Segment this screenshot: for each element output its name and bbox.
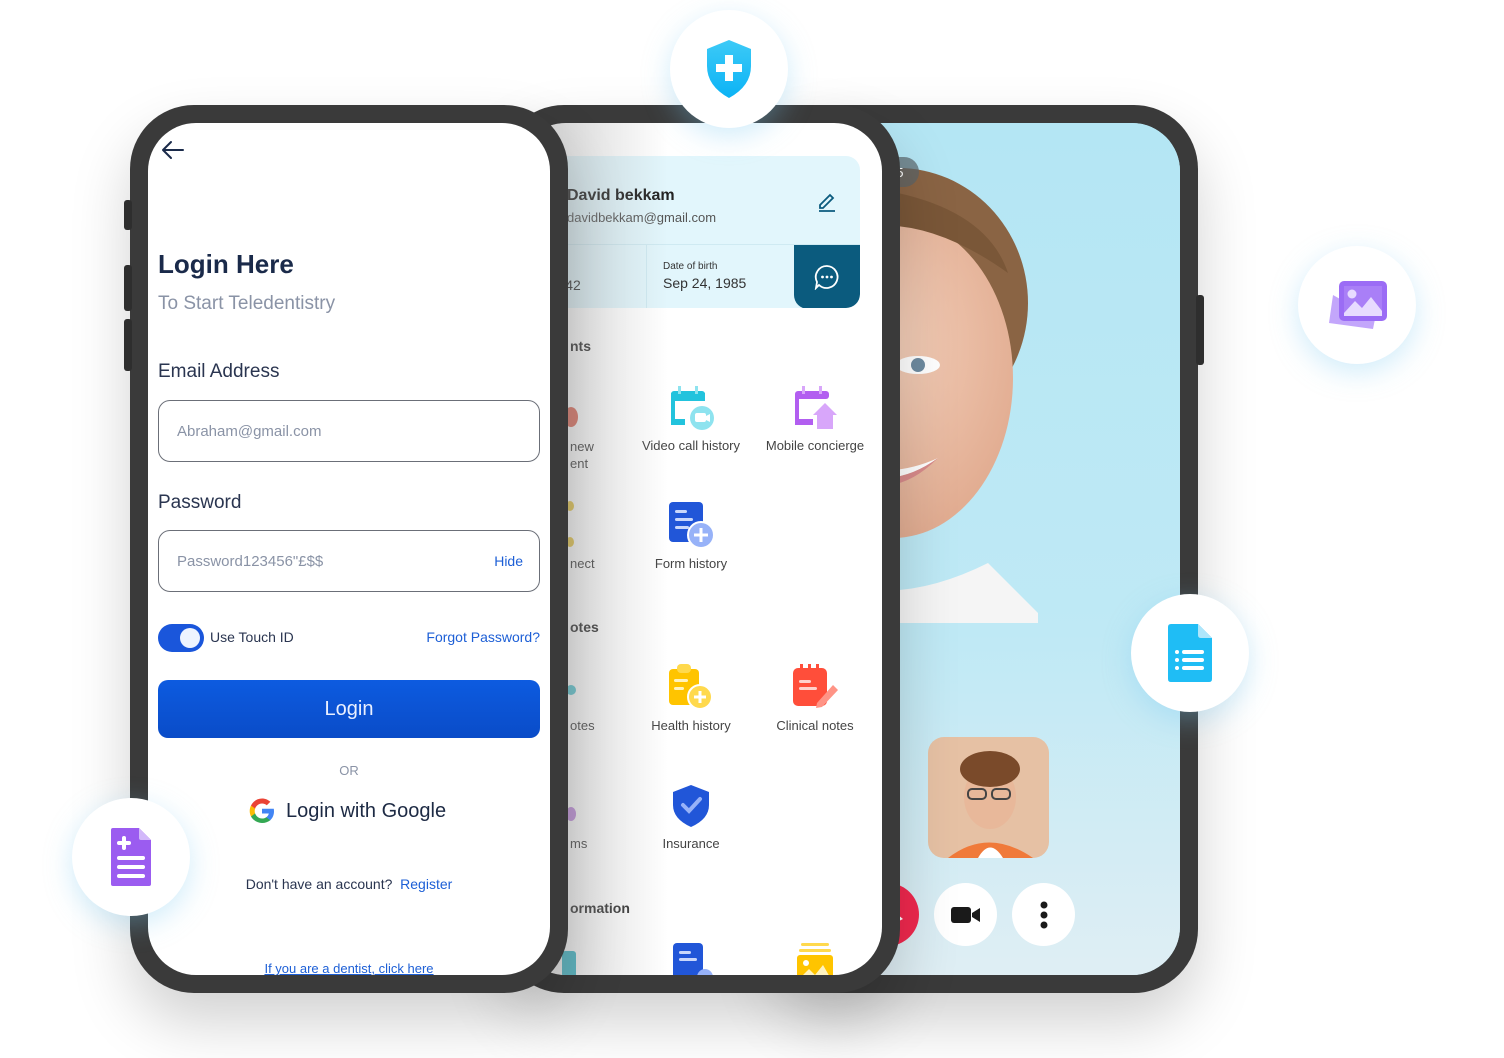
tile-label: Insurance [662,836,720,851]
partial-icon [562,951,576,975]
section-title-information: ormation [570,900,630,916]
profile-name: David bekkam [567,187,675,204]
hide-password-button[interactable]: Hide [494,553,523,569]
tile-clinical-notes[interactable]: Clinical notes [760,663,870,734]
badge-shield [670,10,788,128]
more-options-button[interactable] [1012,883,1075,946]
login-screen: Login Here To Start Teledentistry Email … [148,123,550,975]
tile-label: Form history [654,556,728,571]
shield-plus-icon [707,40,751,98]
tile-insurance[interactable]: Insurance [636,783,746,852]
video-camera-icon [950,906,980,923]
profile-email: davidbekkam@gmail.com [567,210,717,225]
tile-label: Clinical notes [776,718,854,733]
patient-portrait [948,751,1033,858]
touch-id-label: Use Touch ID [210,629,294,645]
section-title-appointments: nts [570,338,591,354]
partial-tile-label: otes [570,718,595,733]
touch-id-toggle[interactable] [158,624,204,652]
login-phone: Login Here To Start Teledentistry Email … [124,105,568,993]
tile-form-history[interactable]: Form history [636,501,746,572]
document-edit-icon [673,943,713,975]
google-logo-icon [249,798,274,823]
back-arrow-icon[interactable] [160,139,186,161]
dentist-login-link[interactable]: If you are a dentist, click here [148,961,550,975]
badge-document [1131,594,1249,712]
chat-bubble-icon [814,265,839,290]
tile-documents[interactable] [636,943,746,975]
chat-button[interactable] [794,245,860,308]
login-button[interactable]: Login [158,680,540,738]
no-account-text: Don't have an account? [245,876,393,892]
email-label: Email Address [158,361,280,382]
dob-column: Date of birth Sep 24, 1985 [646,245,746,308]
image-stack-icon [797,943,833,975]
email-field[interactable]: Abraham@gmail.com [158,400,540,462]
password-field[interactable]: Password123456"£$$ Hide [158,530,540,592]
more-vertical-icon [1040,901,1047,928]
image-gallery-icon [1329,281,1387,329]
tile-label: Video call history [641,438,741,453]
volume-down-button [124,319,132,371]
partial-tile-label: ms [570,836,588,851]
clipboard-add-icon [669,664,713,710]
mute-switch [124,200,132,230]
notepad-edit-icon [793,664,838,708]
tile-label: Health history [651,718,731,733]
login-title: Login Here [158,249,294,279]
tile-mobile-concierge[interactable]: Mobile concierge [760,385,870,454]
register-link[interactable]: Register [400,876,452,892]
profile-card: David bekkam davidbekkam@gmail.com er 4 … [518,156,860,308]
or-divider: OR [339,763,359,778]
forgot-password-link[interactable]: Forgot Password? [426,629,540,645]
badge-medical-form [72,798,190,916]
shield-check-icon [673,785,709,827]
edit-pencil-icon[interactable] [816,190,838,212]
tile-video-call-history[interactable]: Video call history [636,385,746,454]
dob-value: Sep 24, 1985 [663,275,747,291]
google-login-button[interactable]: Login with Google [248,797,446,825]
register-row: Don't have an account? Register [148,876,550,892]
badge-gallery [1298,246,1416,364]
dashboard-screen: David bekkam davidbekkam@gmail.com er 4 … [518,123,882,975]
dob-label: Date of birth [663,261,718,272]
tile-health-history[interactable]: Health history [636,663,746,734]
email-value: Abraham@gmail.com [177,422,322,440]
toggle-knob [180,628,200,648]
form-add-icon [669,502,715,549]
volume-up-button [124,265,132,311]
camera-button[interactable] [934,883,997,946]
document-list-icon [1168,624,1212,682]
section-title-notes: otes [570,619,599,635]
home-calendar-icon [795,386,837,429]
tile-images[interactable] [760,943,870,975]
medical-document-icon [111,828,151,886]
password-value: Password123456"£$$ [177,552,324,570]
profile-details-row: er 4 5842 Date of birth Sep 24, 1985 [518,244,860,308]
login-subtitle: To Start Teledentistry [158,293,336,314]
password-label: Password [158,492,242,513]
self-view-pip[interactable] [928,737,1049,858]
power-button [1196,295,1204,365]
partial-tile-label: nect [570,556,595,571]
video-calendar-icon [671,386,714,430]
google-login-label: Login with Google [286,799,447,822]
tile-label: Mobile concierge [765,438,865,453]
partial-tile-label: new ent [570,439,594,471]
